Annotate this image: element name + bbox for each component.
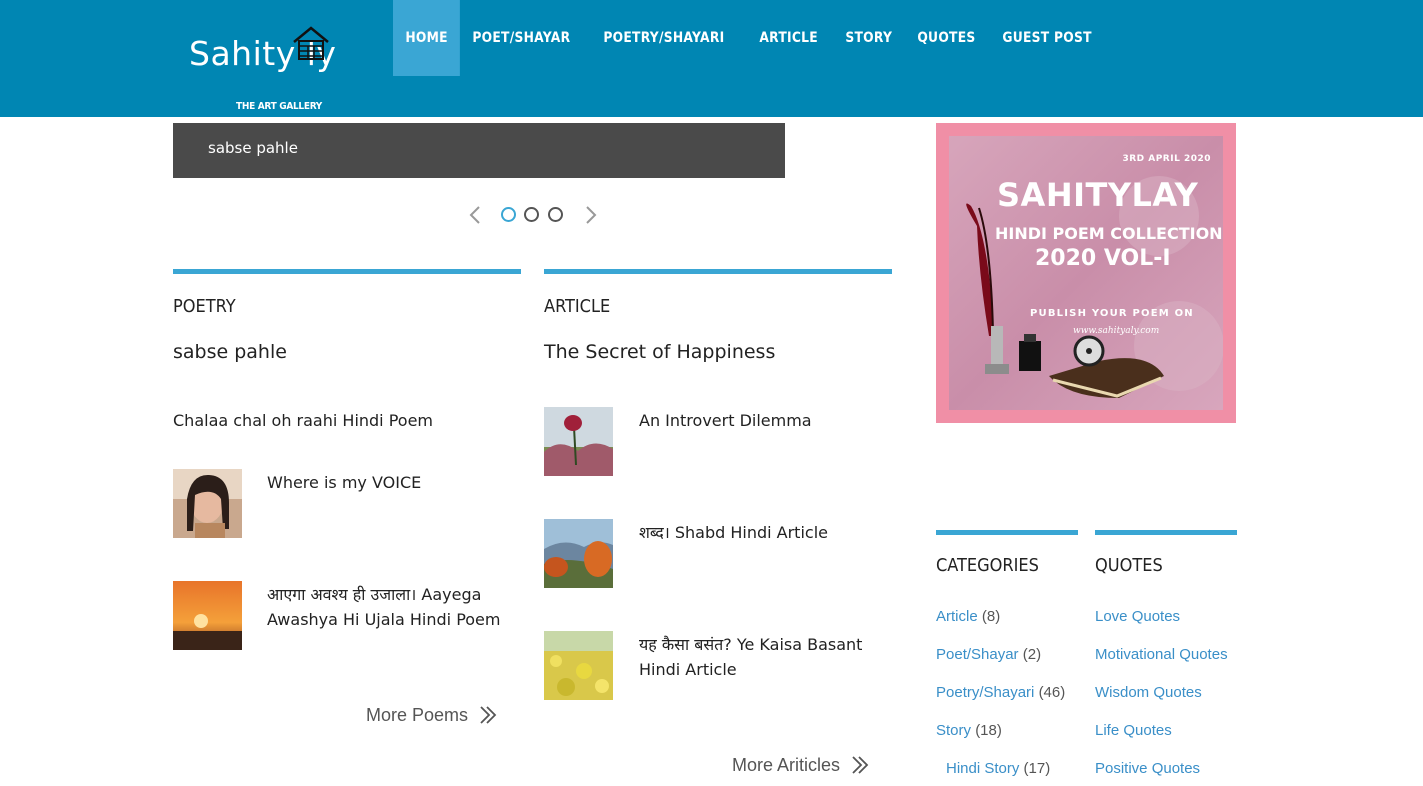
poetry-item-3[interactable]: आएगा अवश्य ही उजाला। Aayega Awashya Hi U… [267, 582, 507, 632]
category-label: Story [936, 722, 972, 739]
slider-dot-1[interactable] [501, 207, 516, 222]
quotes-love[interactable]: Love Quotes [1095, 608, 1180, 625]
article-item-2[interactable]: शब्द। Shabd Hindi Article [639, 520, 828, 545]
nav-poet-shayar[interactable]: POET/SHAYAR [460, 0, 583, 76]
more-poems-label: More Poems [366, 704, 469, 725]
section-bar [173, 269, 521, 274]
category-label: Article [936, 608, 978, 625]
article-thumb-1[interactable] [544, 407, 613, 476]
category-poet-shayar[interactable]: Poet/Shayar (2) [936, 646, 1041, 663]
ad-volume: 2020 VOL-I [1035, 246, 1171, 271]
ad-url: www.sahityaly.com [1073, 326, 1160, 336]
poetry-section: POETRY [173, 269, 521, 317]
categories-title: CATEGORIES [936, 555, 1039, 576]
quotes-life[interactable]: Life Quotes [1095, 722, 1172, 739]
ad-date: 3RD APRIL 2020 [1122, 154, 1211, 164]
more-articles-label: More Ariticles [732, 754, 841, 775]
category-count: (18) [975, 722, 1002, 739]
category-label: Poet/Shayar [936, 646, 1019, 663]
nav-guest-post[interactable]: GUEST POST [990, 0, 1104, 76]
poetry-item-1[interactable]: Chalaa chal oh raahi Hindi Poem [173, 408, 433, 433]
poetry-featured[interactable]: sabse pahle [173, 341, 287, 363]
nav-story[interactable]: STORY [833, 0, 904, 76]
article-thumb-3[interactable] [544, 631, 613, 700]
ad-cta: PUBLISH YOUR POEM ON [1030, 308, 1194, 319]
chevron-right-icon[interactable] [580, 205, 600, 225]
slider-nav [466, 203, 601, 227]
categories-widget: CATEGORIES [936, 530, 1078, 576]
category-article[interactable]: Article (8) [936, 608, 1000, 625]
slider-dot-3[interactable] [548, 207, 563, 222]
nav-article[interactable]: ARTICLE [747, 0, 830, 76]
poem-collection-ad[interactable]: 3RD APRIL 2020 SAHITYLAY HINDI POEM COLL… [936, 123, 1236, 423]
category-count: (8) [981, 608, 1001, 625]
slider-caption: sabse pahle [208, 139, 298, 157]
quotes-title: QUOTES [1095, 555, 1163, 576]
quotes-widget: QUOTES [1095, 530, 1237, 576]
section-bar [1095, 530, 1237, 535]
nav-home[interactable]: HOME [393, 0, 461, 76]
nav-quotes[interactable]: QUOTES [905, 0, 988, 76]
house-icon [293, 26, 329, 60]
double-chevron-right-icon [852, 756, 869, 774]
quotes-positive[interactable]: Positive Quotes [1095, 760, 1200, 777]
category-label: Hindi Story [946, 760, 1020, 777]
category-story[interactable]: Story (18) [936, 722, 1002, 739]
article-item-3[interactable]: यह कैसा बसंत? Ye Kaisa Basant Hindi Arti… [639, 632, 884, 682]
slider-dot-2[interactable] [524, 207, 539, 222]
article-title: ARTICLE [544, 296, 611, 317]
section-bar [936, 530, 1078, 535]
more-poems-link[interactable]: More Poems [366, 704, 498, 726]
category-count: (17) [1023, 760, 1051, 777]
quotes-motivational[interactable]: Motivational Quotes [1095, 646, 1228, 663]
site-header: Sahity ly THE ART GALLERY HOME POET/SHAY… [0, 0, 1423, 117]
ad-subtitle: HINDI POEM COLLECTION [995, 224, 1223, 243]
category-label: Poetry/Shayari [936, 684, 1035, 701]
double-chevron-right-icon [480, 706, 497, 724]
section-bar [544, 269, 892, 274]
category-poetry-shayari[interactable]: Poetry/Shayari (46) [936, 684, 1065, 701]
more-articles-link[interactable]: More Ariticles [732, 754, 870, 776]
article-item-1[interactable]: An Introvert Dilemma [639, 408, 812, 433]
category-count: (2) [1022, 646, 1042, 663]
article-featured[interactable]: The Secret of Happiness [544, 341, 775, 363]
category-count: (46) [1038, 684, 1066, 701]
poetry-thumb-3[interactable] [173, 581, 242, 650]
slider-caption-bar[interactable]: sabse pahle [173, 123, 785, 178]
chevron-left-icon[interactable] [466, 205, 486, 225]
nav-poetry-shayari[interactable]: POETRY/SHAYARI [591, 0, 737, 76]
site-logo[interactable]: Sahity ly THE ART GALLERY [189, 26, 389, 116]
quotes-wisdom[interactable]: Wisdom Quotes [1095, 684, 1202, 701]
poetry-title: POETRY [173, 296, 236, 317]
poetry-thumb-2[interactable] [173, 469, 242, 538]
article-section: ARTICLE [544, 269, 892, 317]
article-thumb-2[interactable] [544, 519, 613, 588]
site-tagline: THE ART GALLERY [236, 101, 323, 112]
poetry-item-2[interactable]: Where is my VOICE [267, 470, 421, 495]
category-hindi-story[interactable]: Hindi Story (17) [946, 760, 1050, 777]
ad-title: SAHITYLAY [997, 176, 1199, 214]
main-nav: HOME POET/SHAYAR POETRY/SHAYARI ARTICLE … [393, 0, 1111, 76]
ad-image: 3RD APRIL 2020 SAHITYLAY HINDI POEM COLL… [949, 136, 1223, 410]
